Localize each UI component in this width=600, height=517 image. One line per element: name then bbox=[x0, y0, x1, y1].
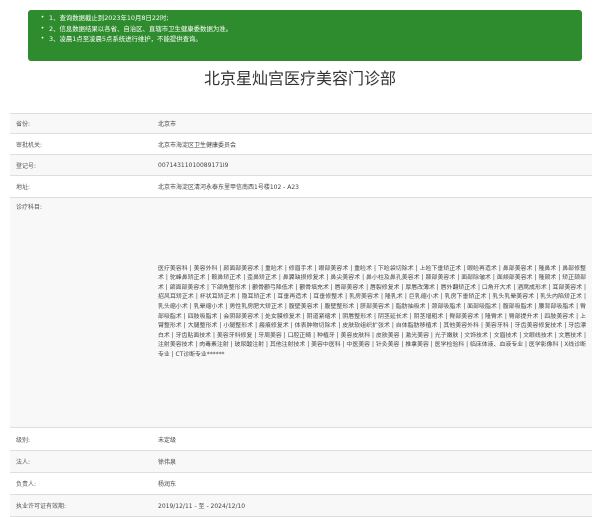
bullet-icon: • bbox=[40, 35, 45, 43]
bullet-icon: • bbox=[40, 24, 45, 32]
institution-info-table: 省份: 北京市 审批机关: 北京市海淀区卫生健康委员会 登记号: 0071431… bbox=[10, 113, 592, 517]
info-row-province: 省份: 北京市 bbox=[10, 113, 592, 134]
field-label: 地址: bbox=[10, 175, 152, 198]
field-value: 北京市海淀区卫生健康委员会 bbox=[152, 133, 592, 155]
notice-line-text: 3、凌晨1点至凌晨5点系统进行维护，不能提供查询。 bbox=[49, 35, 202, 44]
field-label: 登记号: bbox=[10, 154, 152, 176]
field-label: 执业许可证有效期: bbox=[10, 494, 152, 517]
field-label: 负责人: bbox=[10, 472, 152, 495]
field-value: 2019/12/11 - 至 - 2024/12/10 bbox=[152, 494, 592, 517]
field-label: 诊疗科目: bbox=[10, 197, 152, 428]
field-value: 未定级 bbox=[152, 427, 592, 451]
field-value: 北京市 bbox=[152, 113, 592, 134]
notice-line-text: 1、查询数据截止到2023年10月8日22时; bbox=[49, 14, 169, 22]
info-row-license-validity: 执业许可证有效期: 2019/12/11 - 至 - 2024/12/10 bbox=[10, 494, 592, 517]
info-row-scope: 诊疗科目: 医疗美容科 | 美容外科 | 颜面部美容术 | 重睑术 | 修眉手术… bbox=[10, 197, 592, 428]
info-row-manager: 负责人: 杨润东 bbox=[10, 472, 592, 495]
notice-banner: • 1、查询数据截止到2023年10月8日22时; • 2、信息数据结果以各省、… bbox=[28, 10, 582, 61]
notice-line-text: 2、信息数据结果以各省、自治区、直辖市卫生健康委数据为准。 bbox=[49, 24, 233, 33]
field-value: 徐伟泉 bbox=[152, 450, 592, 473]
field-value: 00714311010089171I9 bbox=[152, 154, 592, 176]
notice-line: • 2、信息数据结果以各省、自治区、直辖市卫生健康委数据为准。 bbox=[38, 24, 582, 35]
info-row-legal-person: 法人: 徐伟泉 bbox=[10, 450, 592, 473]
field-label: 审批机关: bbox=[10, 133, 152, 155]
field-label: 法人: bbox=[10, 450, 152, 473]
page-title: 北京星灿宫医疗美容门诊部 bbox=[203, 69, 396, 88]
field-label: 省份: bbox=[10, 113, 152, 134]
notice-line: • 3、凌晨1点至凌晨5点系统进行维护，不能提供查询。 bbox=[38, 34, 582, 45]
field-label: 级别: bbox=[10, 427, 152, 451]
field-value: 北京市海淀区清河永泰东里甲信南西1号楼102 - A23 bbox=[152, 175, 592, 198]
notice-line: • 1、查询数据截止到2023年10月8日22时; bbox=[38, 13, 582, 24]
field-value: 杨润东 bbox=[152, 472, 592, 495]
info-row-registration: 登记号: 00714311010089171I9 bbox=[10, 154, 592, 176]
info-row-level: 级别: 未定级 bbox=[10, 427, 592, 451]
info-row-address: 地址: 北京市海淀区清河永泰东里甲信南西1号楼102 - A23 bbox=[10, 175, 592, 198]
info-row-authority: 审批机关: 北京市海淀区卫生健康委员会 bbox=[10, 133, 592, 155]
treatment-scope-text: 医疗美容科 | 美容外科 | 颜面部美容术 | 重睑术 | 修眉手术 | 眼部美… bbox=[152, 197, 592, 428]
bullet-icon: • bbox=[40, 14, 45, 21]
